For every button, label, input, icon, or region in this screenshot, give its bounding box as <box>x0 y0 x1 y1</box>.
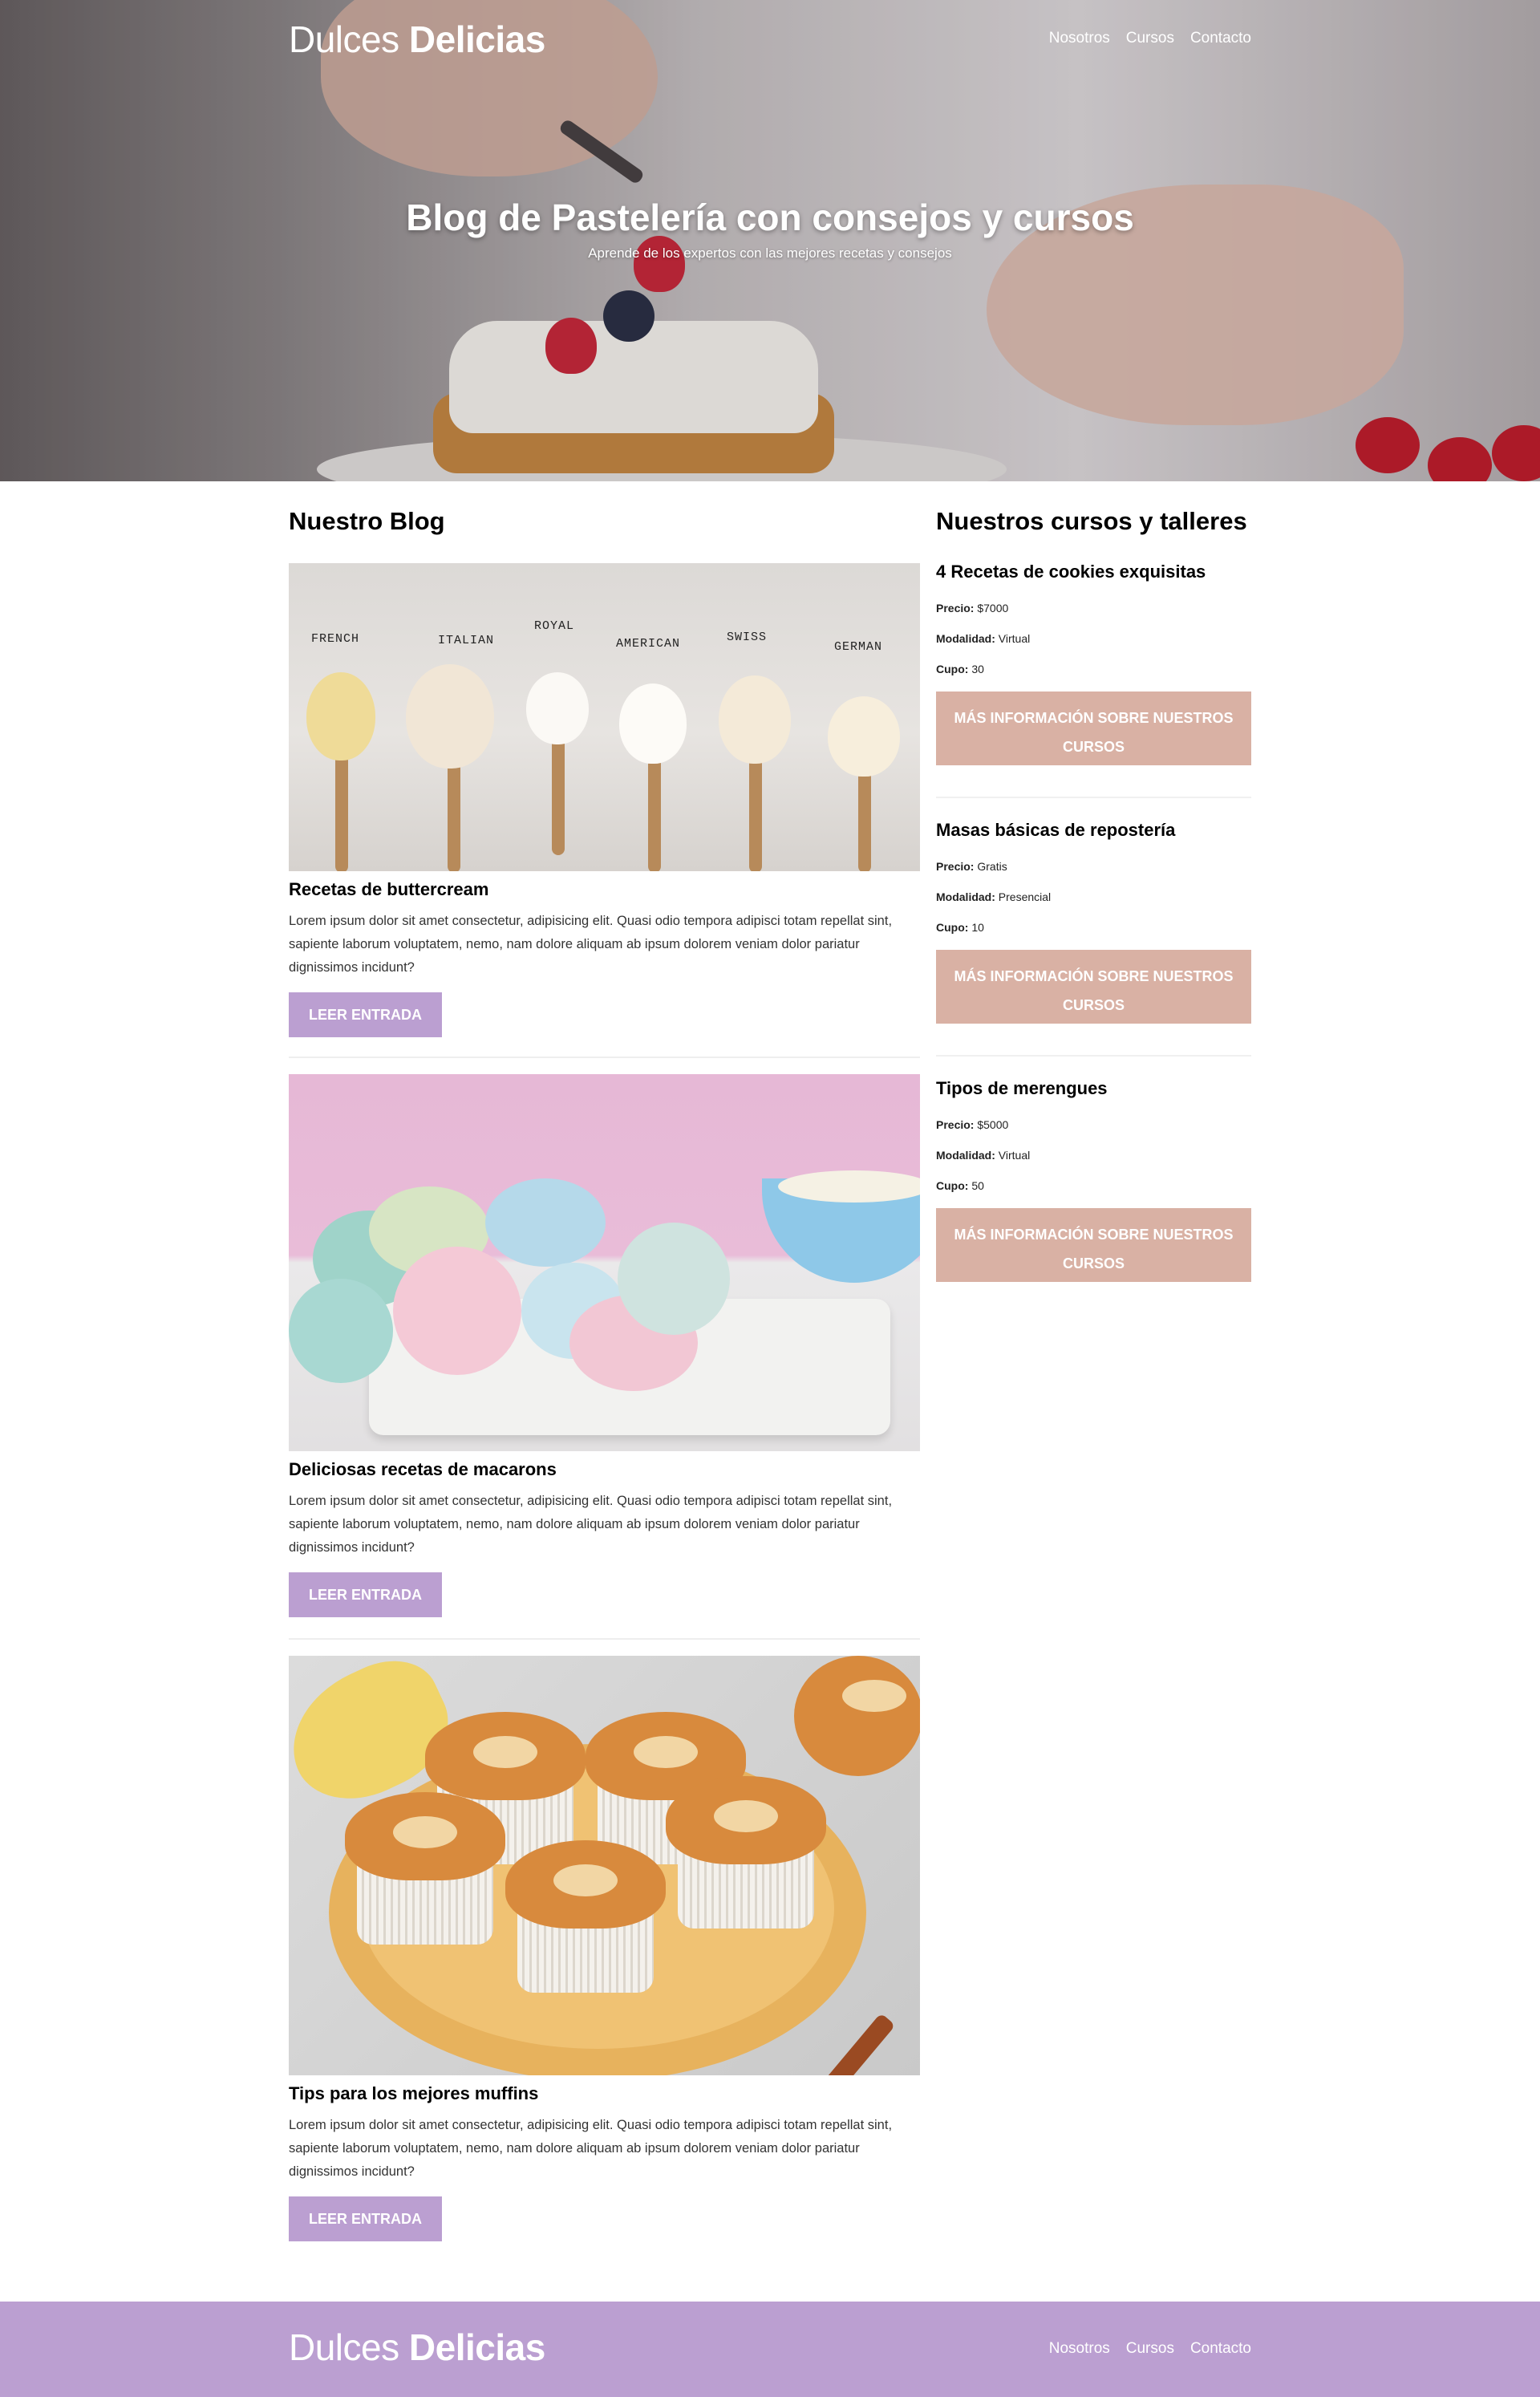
spoon-image <box>648 752 661 871</box>
blog-post: Deliciosas recetas de macarons Lorem ips… <box>289 1074 920 1617</box>
course-price-value: Gratis <box>977 860 1007 873</box>
logo-bold-text: Delicias <box>408 18 545 60</box>
muffin-image <box>794 1656 920 1784</box>
post-excerpt: Lorem ipsum dolor sit amet consectetur, … <box>289 1494 893 1555</box>
post-title[interactable]: Recetas de buttercream <box>289 879 920 900</box>
course-price: Precio: $5000 <box>936 1118 1009 1131</box>
post-image-buttercream: FRENCH ITALIAN ROYAL AMERICAN SWISS GERM… <box>289 563 920 871</box>
hero-header: Dulces Delicias Nosotros Cursos Contacto… <box>0 0 1540 481</box>
nav-link-cursos[interactable]: Cursos <box>1126 30 1174 47</box>
footer-link-nosotros[interactable]: Nosotros <box>1049 2340 1110 2358</box>
course-mode-value: Virtual <box>998 1149 1031 1162</box>
spoon-image <box>448 752 460 871</box>
hero-overlay <box>0 0 1540 481</box>
buttercream-image <box>719 675 791 764</box>
image-label: SWISS <box>727 631 768 644</box>
course-info-button[interactable]: MÁS INFORMACIÓN SOBRE NUESTROS CURSOS <box>936 1208 1251 1282</box>
course-divider <box>936 797 1251 798</box>
course-divider <box>936 1055 1251 1057</box>
image-label: ITALIAN <box>438 634 495 647</box>
logo-light-text: Dulces <box>289 2326 399 2368</box>
post-excerpt: Lorem ipsum dolor sit amet consectetur, … <box>289 2118 893 2179</box>
course-slots-value: 30 <box>971 663 984 675</box>
main-nav: Nosotros Cursos Contacto <box>1049 30 1251 47</box>
post-divider <box>289 1057 920 1058</box>
site-footer: Dulces Delicias Nosotros Cursos Contacto <box>0 2302 1540 2397</box>
course-price: Precio: Gratis <box>936 860 1007 873</box>
macaron-image <box>393 1247 521 1375</box>
post-divider <box>289 1638 920 1640</box>
buttercream-image <box>619 683 687 764</box>
course-mode-value: Presencial <box>998 890 1052 903</box>
post-image-macarons <box>289 1074 920 1451</box>
course-card: Masas básicas de repostería Precio: Grat… <box>936 820 1251 1024</box>
course-card: 4 Recetas de cookies exquisitas Precio: … <box>936 562 1251 765</box>
site-logo[interactable]: Dulces Delicias <box>289 18 545 61</box>
read-post-button[interactable]: LEER ENTRADA <box>289 2196 442 2241</box>
course-mode: Modalidad: Virtual <box>936 632 1031 645</box>
blog-post: Tips para los mejores muffins Lorem ipsu… <box>289 1656 920 2241</box>
blog-post: FRENCH ITALIAN ROYAL AMERICAN SWISS GERM… <box>289 563 920 1037</box>
nav-link-contacto[interactable]: Contacto <box>1190 30 1251 47</box>
hero-subtitle: Aprende de los expertos con las mejores … <box>588 245 952 261</box>
footer-nav: Nosotros Cursos Contacto <box>1049 2340 1251 2358</box>
post-title[interactable]: Tips para los mejores muffins <box>289 2083 920 2104</box>
buttercream-image <box>406 664 494 769</box>
course-slots: Cupo: 50 <box>936 1179 984 1192</box>
course-slots: Cupo: 30 <box>936 663 984 675</box>
logo-light-text: Dulces <box>289 18 399 60</box>
course-mode-value: Virtual <box>998 632 1031 645</box>
course-info-button[interactable]: MÁS INFORMACIÓN SOBRE NUESTROS CURSOS <box>936 950 1251 1024</box>
buttercream-image <box>306 672 375 760</box>
nav-link-nosotros[interactable]: Nosotros <box>1049 30 1110 47</box>
course-slots-value: 50 <box>971 1179 984 1192</box>
course-mode: Modalidad: Presencial <box>936 890 1052 903</box>
macaron-image <box>289 1279 393 1383</box>
macaron-image <box>618 1223 730 1335</box>
image-label: FRENCH <box>311 632 360 646</box>
muffin-image <box>505 1840 666 1993</box>
image-label: ROYAL <box>534 619 575 633</box>
course-mode: Modalidad: Virtual <box>936 1149 1031 1162</box>
course-title: Masas básicas de repostería <box>936 820 1176 840</box>
hero-title: Blog de Pastelería con consejos y cursos <box>406 197 1134 238</box>
course-slots-value: 10 <box>971 921 984 934</box>
blog-heading: Nuestro Blog <box>289 507 445 535</box>
spoon-image <box>749 752 762 871</box>
footer-link-contacto[interactable]: Contacto <box>1190 2340 1251 2358</box>
course-title: 4 Recetas de cookies exquisitas <box>936 562 1206 582</box>
course-info-button[interactable]: MÁS INFORMACIÓN SOBRE NUESTROS CURSOS <box>936 692 1251 765</box>
muffin-image <box>345 1792 505 1945</box>
course-card: Tipos de merengues Precio: $5000 Modalid… <box>936 1078 1251 1282</box>
macaron-image <box>485 1178 606 1267</box>
read-post-button[interactable]: LEER ENTRADA <box>289 1572 442 1617</box>
image-label: AMERICAN <box>616 637 681 651</box>
course-price-value: $7000 <box>977 602 1009 614</box>
spoon-image <box>552 735 565 855</box>
muffin-image <box>666 1776 826 1929</box>
course-price-value: $5000 <box>977 1118 1009 1131</box>
cream-image <box>778 1170 920 1203</box>
post-title[interactable]: Deliciosas recetas de macarons <box>289 1459 920 1480</box>
course-title: Tipos de merengues <box>936 1078 1108 1098</box>
course-price: Precio: $7000 <box>936 602 1009 614</box>
read-post-button[interactable]: LEER ENTRADA <box>289 992 442 1037</box>
spoon-image <box>335 752 348 871</box>
post-excerpt: Lorem ipsum dolor sit amet consectetur, … <box>289 914 893 975</box>
footer-link-cursos[interactable]: Cursos <box>1126 2340 1174 2358</box>
buttercream-image <box>526 672 589 744</box>
image-label: GERMAN <box>834 640 883 654</box>
post-image-muffins <box>289 1656 920 2075</box>
footer-logo[interactable]: Dulces Delicias <box>289 2326 545 2369</box>
cinnamon-stick-image <box>824 2013 896 2075</box>
course-slots: Cupo: 10 <box>936 921 984 934</box>
courses-heading: Nuestros cursos y talleres <box>936 507 1247 535</box>
buttercream-image <box>828 696 900 777</box>
logo-bold-text: Delicias <box>408 2326 545 2368</box>
